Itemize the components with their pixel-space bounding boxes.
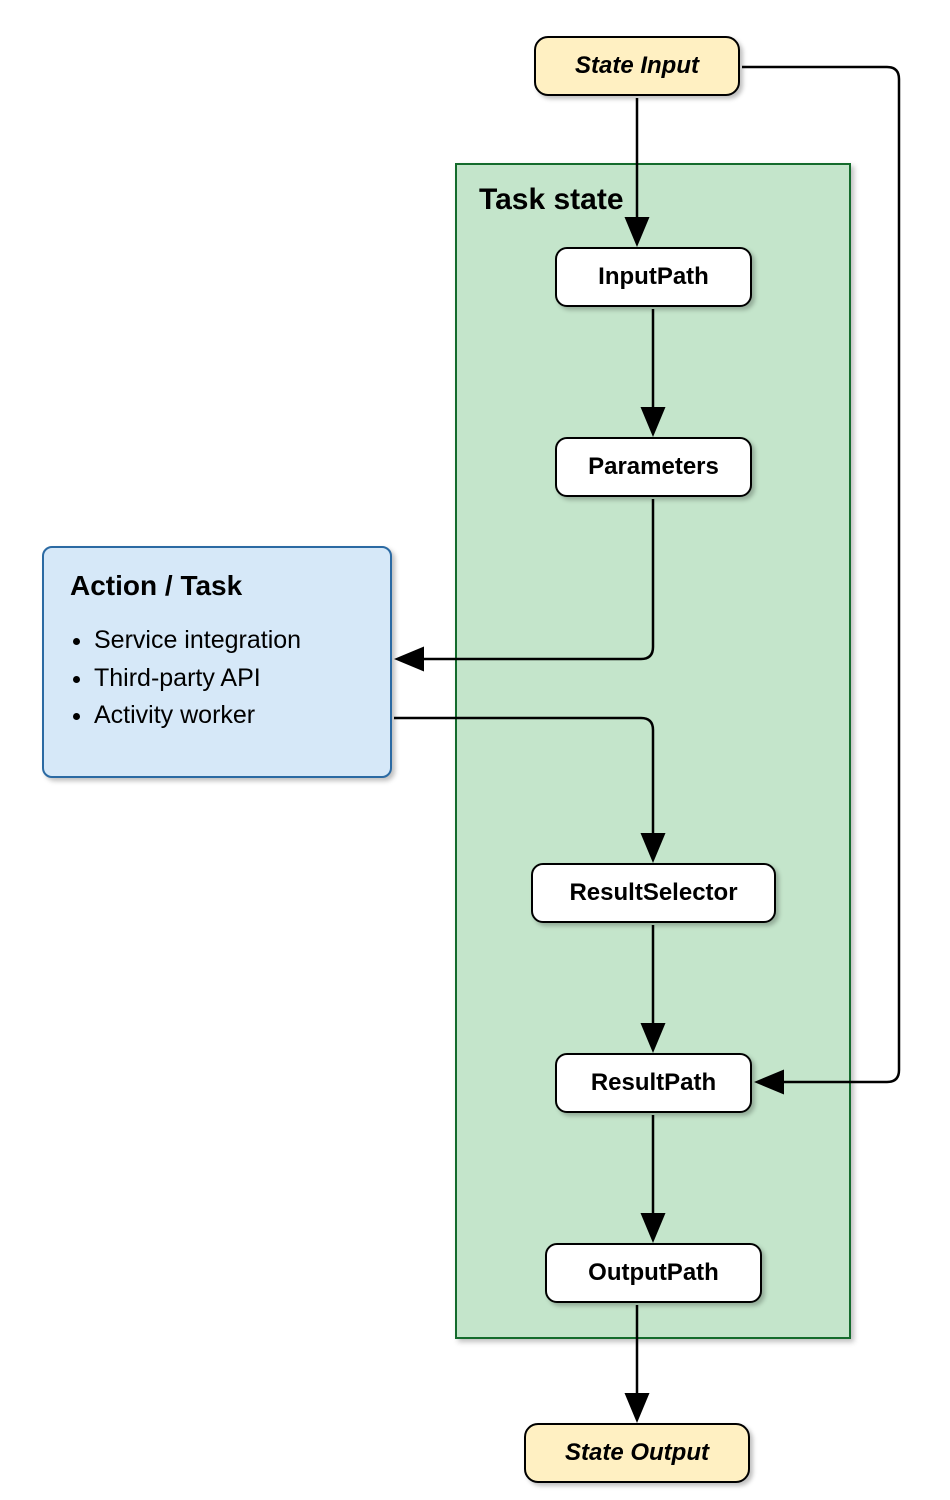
input-path-label: InputPath bbox=[598, 263, 709, 291]
result-path-node: ResultPath bbox=[555, 1053, 752, 1113]
state-input-label: State Input bbox=[575, 52, 699, 80]
action-item-2: Activity worker bbox=[94, 697, 364, 735]
state-input-node: State Input bbox=[534, 36, 740, 96]
input-path-node: InputPath bbox=[555, 247, 752, 307]
output-path-node: OutputPath bbox=[545, 1243, 762, 1303]
action-title: Action / Task bbox=[70, 570, 364, 602]
action-list: Service integration Third-party API Acti… bbox=[70, 622, 364, 735]
action-item-1: Third-party API bbox=[94, 660, 364, 698]
action-item-0: Service integration bbox=[94, 622, 364, 660]
result-selector-node: ResultSelector bbox=[531, 863, 776, 923]
task-state-container: Task state bbox=[455, 163, 851, 1339]
result-path-label: ResultPath bbox=[591, 1069, 716, 1097]
task-state-label: Task state bbox=[479, 183, 624, 217]
action-task-box: Action / Task Service integration Third-… bbox=[42, 546, 392, 778]
parameters-node: Parameters bbox=[555, 437, 752, 497]
result-selector-label: ResultSelector bbox=[569, 879, 737, 907]
state-output-node: State Output bbox=[524, 1423, 750, 1483]
output-path-label: OutputPath bbox=[588, 1259, 719, 1287]
state-output-label: State Output bbox=[565, 1439, 709, 1467]
parameters-label: Parameters bbox=[588, 453, 719, 481]
